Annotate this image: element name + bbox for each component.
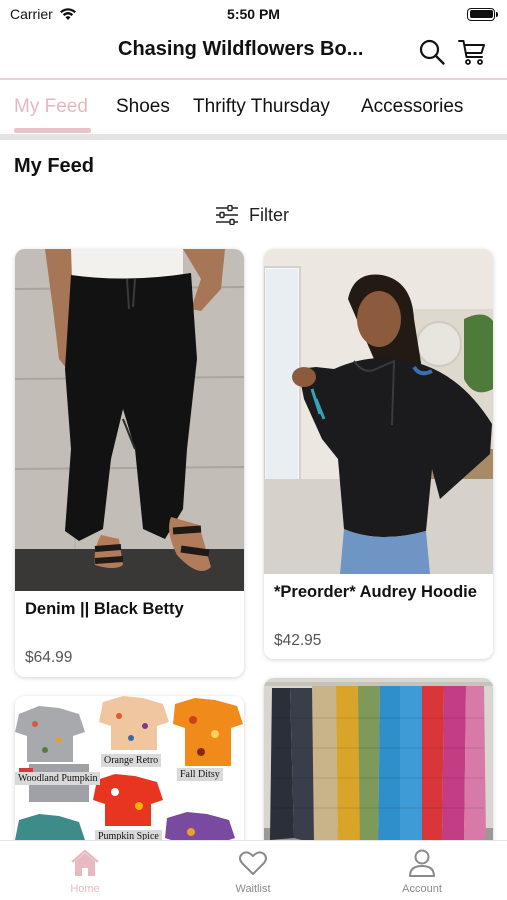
nav-waitlist-label: Waitlist [235,883,271,895]
tab-thrifty-thursday[interactable]: Thrifty Thursday [193,96,330,118]
nav-home[interactable]: Home [45,847,125,895]
product-title: *Preorder* Audrey Hoodie [274,583,477,601]
product-price: $42.95 [274,632,322,649]
filter-sliders-icon [216,205,238,225]
product-price: $64.99 [25,649,73,666]
user-icon [409,849,435,877]
tab-accessories[interactable]: Accessories [361,96,463,118]
status-bar: Carrier 5:50 PM [0,0,507,28]
carrier-label: Carrier [10,6,53,22]
tabs-divider [0,134,507,140]
store-title: Chasing Wildflowers Bo... [118,38,364,60]
battery-icon [467,7,498,21]
tab-active-indicator [14,128,91,133]
cart-button[interactable] [456,36,488,68]
nav-account-label: Account [402,883,442,895]
home-icon [71,849,99,876]
product-photo [15,249,244,591]
filter-button[interactable]: Filter [215,202,289,228]
pajama-label: Woodland Pumpkin [15,772,101,785]
wifi-icon [59,8,76,20]
status-left: Carrier [10,6,77,22]
app-header: Chasing Wildflowers Bo... [0,28,507,78]
nav-waitlist[interactable]: Waitlist [213,847,293,895]
cart-icon [458,40,485,65]
tab-shoes[interactable]: Shoes [116,96,170,118]
product-card[interactable]: Denim || Black Betty $64.99 [15,249,244,677]
filter-label: Filter [249,204,289,225]
tab-my-feed[interactable]: My Feed [14,96,88,118]
search-icon [419,39,445,65]
pajama-label: Fall Ditsy [177,768,223,781]
nav-home-label: Home [70,883,100,895]
search-button[interactable] [416,36,448,68]
heart-icon [239,851,267,875]
pajama-label: Orange Retro [101,754,162,767]
bottom-nav: Home Waitlist Account [0,840,507,900]
feed-title: My Feed [14,155,95,177]
product-image [264,249,493,574]
product-card[interactable]: *Preorder* Audrey Hoodie $42.95 [264,249,493,659]
nav-account[interactable]: Account [382,847,462,895]
product-image [15,249,244,591]
product-title: Denim || Black Betty [25,600,184,618]
product-photo [264,249,493,574]
